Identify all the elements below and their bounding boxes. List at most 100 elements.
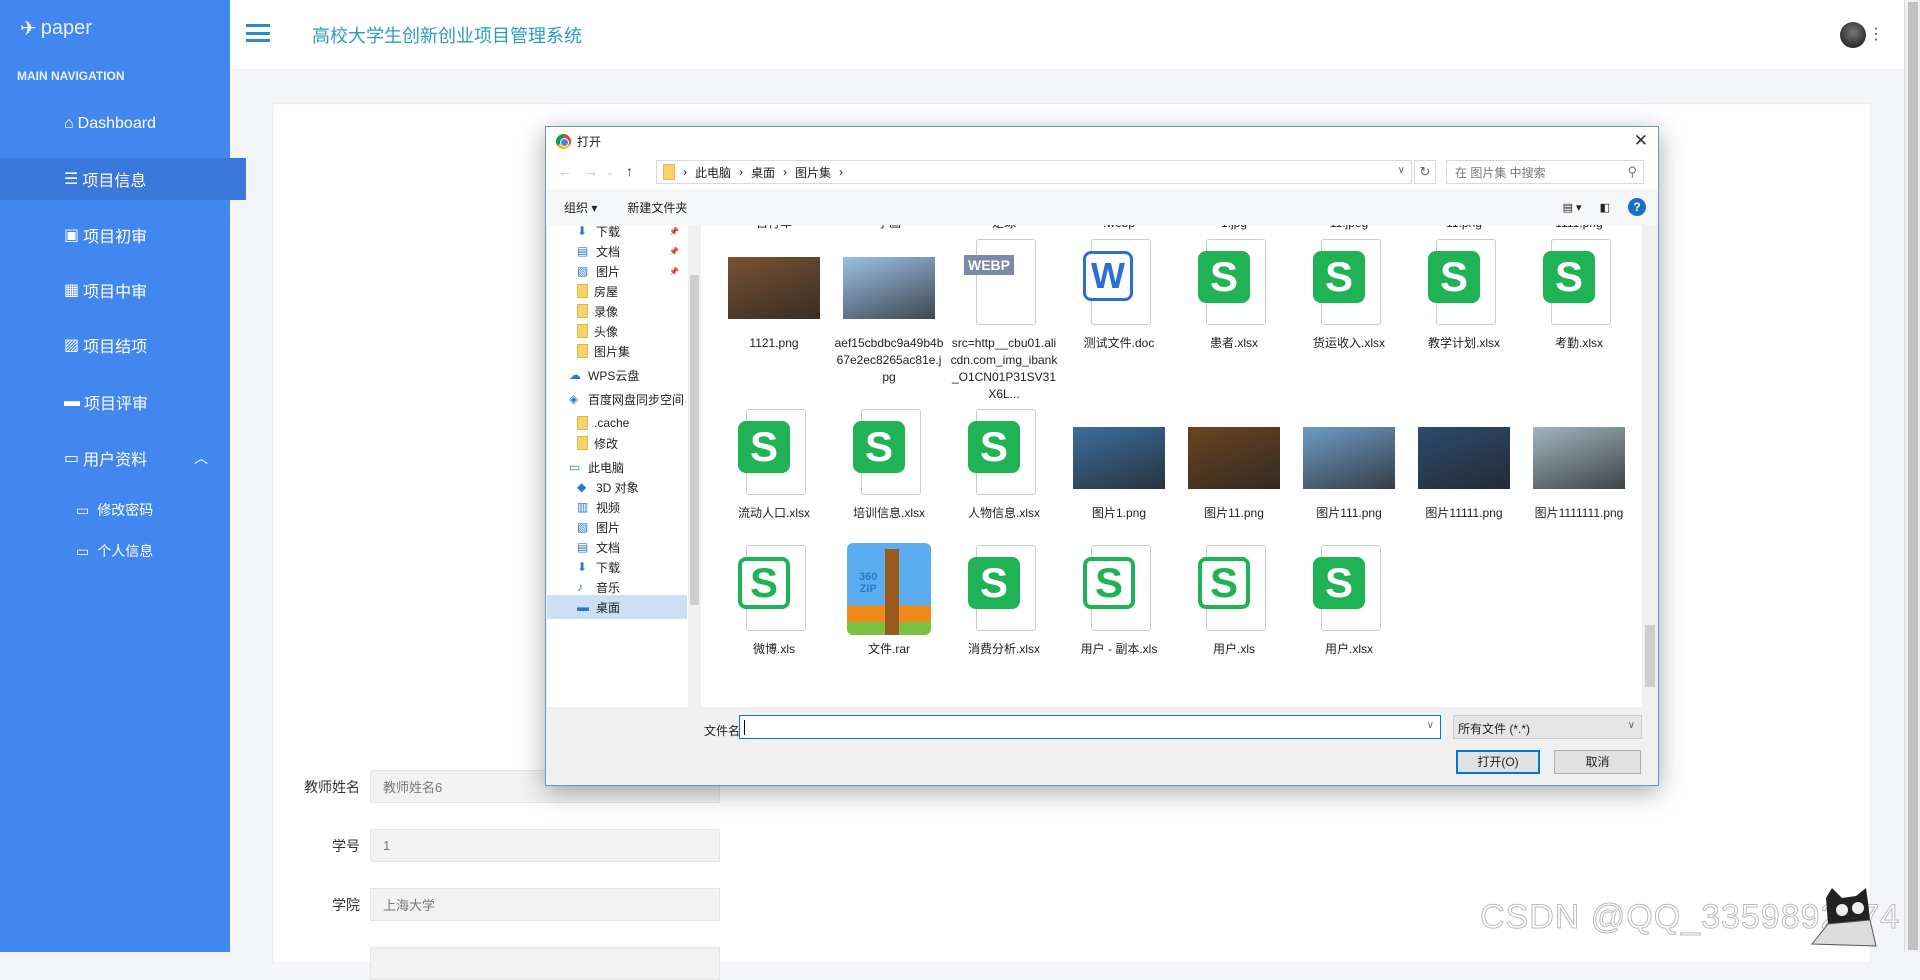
document-icon: ▤ xyxy=(577,540,589,554)
chevron-up-icon: ︿ xyxy=(194,450,208,466)
back-icon[interactable]: ← xyxy=(558,163,572,179)
spreadsheet-icon: S xyxy=(1188,237,1280,329)
breadcrumb-desktop[interactable]: 桌面 xyxy=(751,164,775,181)
filetype-select[interactable]: 所有文件 (*.*) ∨ xyxy=(1453,715,1642,739)
spreadsheet-icon: S xyxy=(958,543,1050,635)
nav-pane-item[interactable]: 修改 xyxy=(547,431,687,455)
file-item[interactable]: WEBP src=http__cbu01.alicdn.com_img_ibank… xyxy=(949,237,1059,403)
nav-pane-item[interactable]: ▬ 桌面 xyxy=(547,595,687,619)
image-thumbnail xyxy=(1418,407,1510,499)
preview-pane-icon[interactable]: ◧ xyxy=(1600,201,1610,214)
file-item[interactable]: S 流动人口.xlsx xyxy=(719,407,829,522)
breadcrumb-gallery[interactable]: 图片集 xyxy=(795,164,831,181)
sidebar-item-dashboard[interactable]: ⌂ Dashboard xyxy=(0,104,230,144)
sidebar-item-project-info[interactable]: ☰ 项目信息 xyxy=(0,158,246,200)
sidebar-item-mid-review[interactable]: ▦ 项目中审 xyxy=(0,270,230,310)
sidebar-subitem-change-password[interactable]: ▭ 修改密码 xyxy=(76,500,153,520)
file-item[interactable]: 图片111.png xyxy=(1294,407,1404,522)
file-item[interactable]: S 用户 - 副本.xls xyxy=(1064,543,1174,658)
search-input[interactable]: 在 图片集 中搜索 ⚲ xyxy=(1446,160,1644,184)
zip-archive-icon: 360 ZIP xyxy=(843,543,935,635)
avatar[interactable] xyxy=(1840,22,1866,48)
cancel-button[interactable]: 取消 xyxy=(1554,750,1641,774)
up-icon[interactable]: ↑ xyxy=(626,163,633,179)
organize-button[interactable]: 组织 ▾ xyxy=(564,199,597,216)
open-button[interactable]: 打开(O) xyxy=(1456,750,1540,774)
college-field[interactable]: 上海大学 xyxy=(370,888,720,921)
file-item[interactable]: S 教学计划.xlsx xyxy=(1409,237,1519,352)
file-item[interactable]: 11.png xyxy=(1409,225,1519,232)
folder-icon xyxy=(577,436,588,450)
desktop-icon: ▬ xyxy=(577,600,589,614)
view-options-icon[interactable]: ▤ ▾ xyxy=(1563,201,1582,214)
file-item[interactable]: 图片1.png xyxy=(1064,407,1174,522)
form-row-student-id: 学号 1 xyxy=(320,829,720,862)
nav-header: MAIN NAVIGATION xyxy=(17,69,125,83)
file-item[interactable]: 1111.png xyxy=(1524,225,1634,232)
file-item[interactable]: S 考勤.xlsx xyxy=(1524,237,1634,352)
spreadsheet-icon: S xyxy=(1418,237,1510,329)
file-item[interactable]: aef15cbdbc9a49b4b67e2ec8265ac81e.jpg xyxy=(834,237,944,386)
refresh-icon[interactable]: ↻ xyxy=(1414,160,1436,184)
file-item[interactable]: 图片1111111.png xyxy=(1524,407,1634,522)
nav-pane-scrollbar[interactable] xyxy=(688,225,701,707)
page-scrollbar[interactable] xyxy=(1904,0,1920,952)
file-item[interactable]: 360 ZIP 文件.rar xyxy=(834,543,944,658)
image-thumbnail xyxy=(1073,407,1165,499)
nav-pane-item[interactable]: ◈ 百度网盘同步空间 xyxy=(547,387,687,411)
file-item[interactable]: S 用户.xlsx xyxy=(1294,543,1404,658)
navigation-pane: ⬇ 下载 📌 ▤ 文档 📌 ▧ 图片 📌 房屋 录像 头像 图片集 ☁ WPS云盘 ◈ 百度网盘同步空间 .cac… xyxy=(547,225,701,707)
menu-toggle-icon[interactable] xyxy=(246,24,270,42)
file-item[interactable]: .webp xyxy=(1064,225,1174,232)
student-id-field[interactable]: 1 xyxy=(370,829,720,862)
file-item[interactable]: S 用户.xls xyxy=(1179,543,1289,658)
file-item[interactable]: 图片11111.png xyxy=(1409,407,1519,522)
address-bar[interactable]: › 此电脑 › 桌面 › 图片集 › ∨ xyxy=(656,160,1412,184)
spreadsheet-icon: S xyxy=(1533,237,1625,329)
chevron-down-icon[interactable]: ∨ xyxy=(1427,720,1434,731)
file-item[interactable]: 1.jpg xyxy=(1179,225,1289,232)
file-item[interactable]: S 人物信息.xlsx xyxy=(949,407,1059,522)
download-icon: ⬇ xyxy=(577,225,588,238)
chart-icon: ▨ xyxy=(64,337,80,354)
sidebar-subitem-personal-info[interactable]: ▭ 个人信息 xyxy=(76,541,153,561)
file-item[interactable]: S 培训信息.xlsx xyxy=(834,407,944,522)
file-item[interactable]: 字画 xyxy=(834,225,944,232)
nav-pane-item[interactable]: ☁ WPS云盘 xyxy=(547,363,687,387)
sidebar-item-evaluation[interactable]: ▬ 项目评审 xyxy=(0,382,230,422)
recent-dropdown-icon[interactable]: ⌄ xyxy=(606,167,614,178)
file-item[interactable]: S 患者.xlsx xyxy=(1179,237,1289,352)
file-list-scrollbar[interactable] xyxy=(1642,225,1658,707)
cube-icon: ◆ xyxy=(577,480,587,494)
close-icon[interactable]: ✕ xyxy=(1634,131,1648,151)
nav-pane-item[interactable]: 图片集 xyxy=(547,339,687,363)
file-item[interactable]: 1121.png xyxy=(719,237,829,352)
image-thumbnail xyxy=(843,237,935,329)
sidebar-item-completion[interactable]: ▨ 项目结项 xyxy=(0,325,230,365)
chevron-down-icon[interactable]: ∨ xyxy=(1398,165,1405,176)
sidebar-item-initial-review[interactable]: ▣ 项目初审 xyxy=(0,215,230,255)
file-item[interactable]: 11.jpeg xyxy=(1294,225,1404,232)
logo[interactable]: ✈ paper xyxy=(20,16,92,41)
folder-icon: ▭ xyxy=(76,542,90,559)
top-bar: 高校大学生创新创业项目管理系统 ⋮ xyxy=(230,0,1920,70)
document-icon: ▤ xyxy=(577,244,589,258)
file-item[interactable]: S 货运收入.xlsx xyxy=(1294,237,1404,352)
file-item[interactable]: S 微博.xls xyxy=(719,543,829,658)
file-item[interactable]: 足球 xyxy=(949,225,1059,232)
briefcase-icon: ▬ xyxy=(64,393,80,410)
forward-icon[interactable]: → xyxy=(584,163,598,179)
clipboard-icon: ▣ xyxy=(64,227,80,244)
file-item[interactable]: W 测试文件.doc xyxy=(1064,237,1174,352)
file-item[interactable]: S 消费分析.xlsx xyxy=(949,543,1059,658)
spreadsheet-icon: S xyxy=(1303,237,1395,329)
file-item[interactable]: 自行车 xyxy=(719,225,829,232)
more-vertical-icon[interactable]: ⋮ xyxy=(1868,24,1884,44)
help-icon[interactable]: ? xyxy=(1628,198,1646,216)
image-thumbnail xyxy=(1303,407,1395,499)
file-item[interactable]: 图片11.png xyxy=(1179,407,1289,522)
breadcrumb-this-pc[interactable]: 此电脑 xyxy=(695,164,731,181)
sidebar-item-user-profile[interactable]: ▭ 用户资料 ︿ xyxy=(0,438,230,478)
new-folder-button[interactable]: 新建文件夹 xyxy=(627,199,687,216)
filename-input[interactable]: ∨ xyxy=(739,715,1441,739)
